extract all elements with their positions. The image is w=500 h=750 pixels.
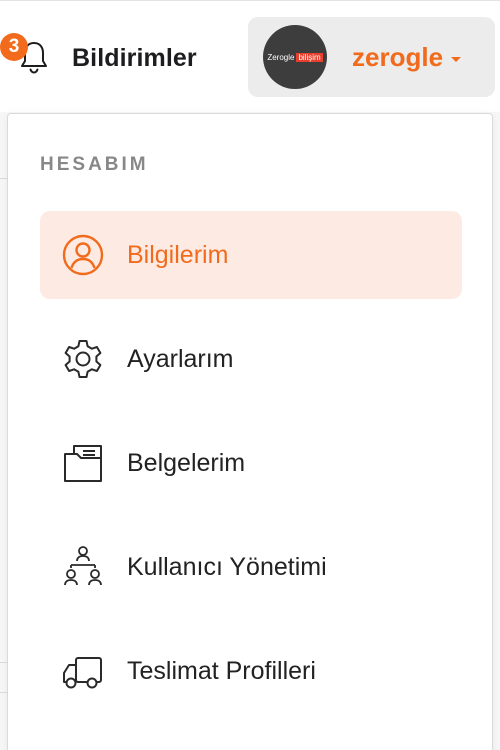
menu-item-teslimat-profilleri[interactable]: Teslimat Profilleri [40,627,462,715]
folder-icon [60,440,106,486]
user-circle-icon [60,232,106,278]
account-dropdown-menu: HESABIM Bilgilerim Ayarlarım Belgelerim … [7,113,493,750]
top-divider [0,0,500,1]
menu-item-bilgilerim[interactable]: Bilgilerim [40,211,462,299]
avatar-logo-tag: bilişim [296,52,323,62]
bell-wrap: 3 [0,28,56,88]
menu-item-ayarlarim[interactable]: Ayarlarım [40,315,462,403]
avatar: Zerogle bilişim [263,25,327,89]
notifications-label: Bildirimler [72,43,197,72]
users-hierarchy-icon [60,544,106,590]
avatar-logo-text: Zerogle [267,52,295,62]
menu-item-kullanici-yonetimi[interactable]: Kullanıcı Yönetimi [40,523,462,611]
notifications-button[interactable]: 3 Bildirimler [0,20,197,96]
background-divider [0,662,7,663]
top-bar: 3 Bildirimler Zerogle bilişim zerogle [0,0,500,112]
chevron-down-icon [451,56,462,62]
menu-item-label: Kullanıcı Yönetimi [127,552,327,581]
menu-item-label: Belgelerim [127,448,246,477]
page: 3 Bildirimler Zerogle bilişim zerogle HES… [0,0,500,750]
gear-icon [60,336,106,382]
menu-item-belgelerim[interactable]: Belgelerim [40,419,462,507]
user-name: zerogle [352,41,444,72]
user-menu-button[interactable]: Zerogle bilişim zerogle [248,17,495,97]
truck-icon [60,648,106,694]
menu-item-label: Teslimat Profilleri [127,656,316,685]
background-divider [0,178,7,179]
menu-section-title: HESABIM [40,154,149,175]
menu-item-label: Ayarlarım [127,344,234,373]
menu-item-label: Bilgilerim [127,240,229,269]
notification-count-badge: 3 [0,33,28,61]
background-divider [0,692,7,693]
